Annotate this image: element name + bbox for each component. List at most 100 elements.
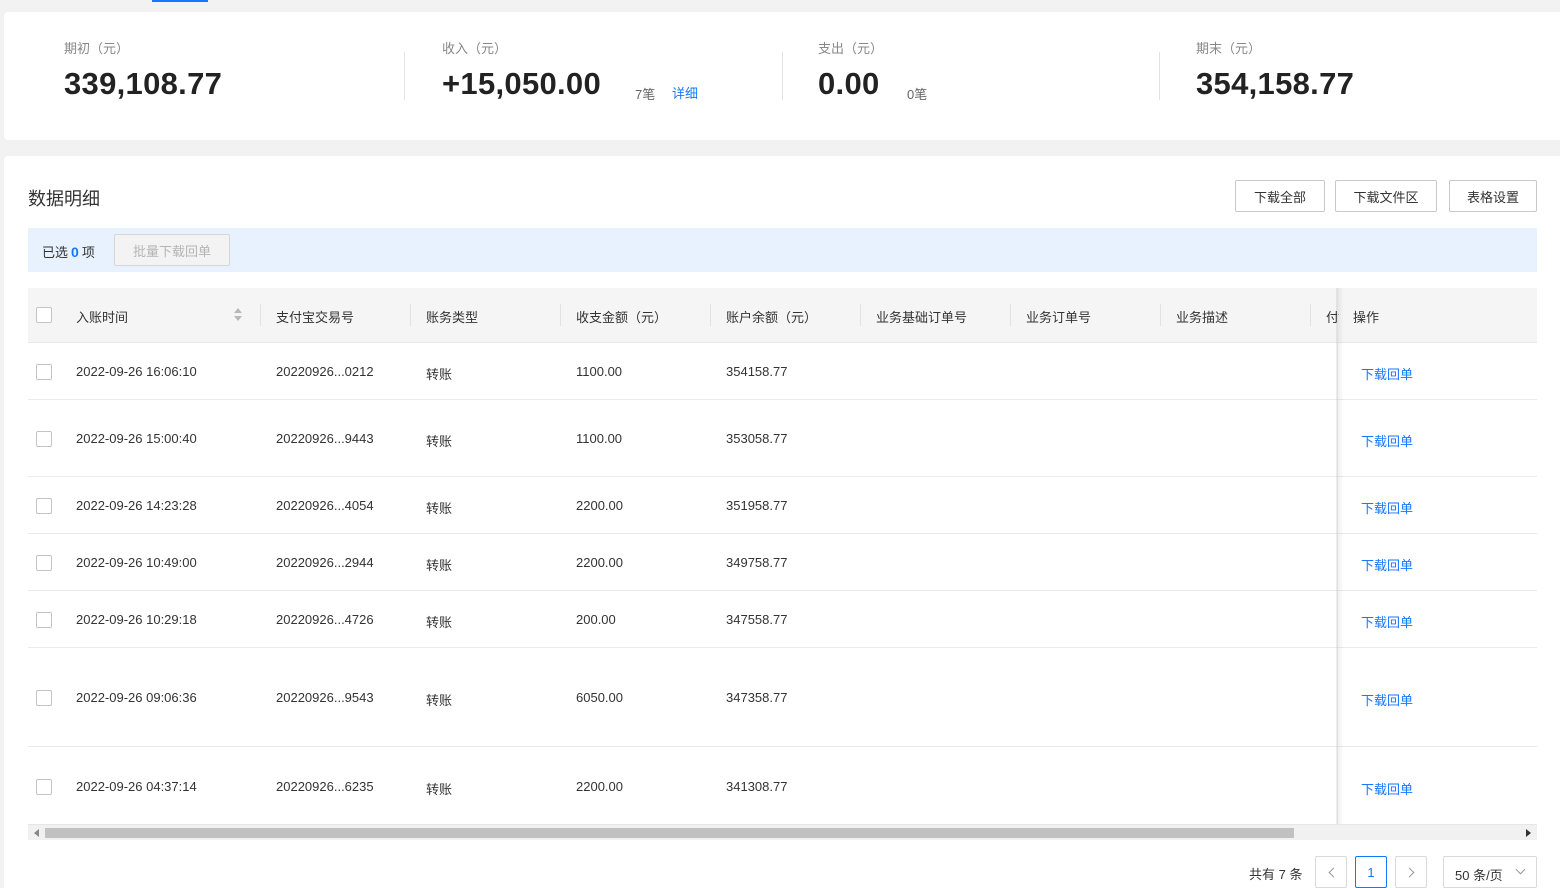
cell-balance: 353058.77 <box>726 431 788 446</box>
cell-balance: 351958.77 <box>726 498 788 513</box>
stat-expense-value: 0.00 <box>818 66 880 101</box>
divider <box>782 52 783 100</box>
sort-icon[interactable] <box>234 308 242 322</box>
stat-income-count: 7笔 <box>635 87 656 102</box>
prev-page-button[interactable] <box>1315 856 1347 888</box>
cell-trade-no: 20220926...9543 <box>276 690 374 705</box>
col-header-amount: 收支金额（元） <box>576 310 668 325</box>
cell-type: 转账 <box>426 434 453 449</box>
chevron-left-icon <box>1328 867 1339 878</box>
cell-type: 转账 <box>426 367 453 382</box>
col-separator <box>710 304 711 326</box>
cell-amount: 2200.00 <box>576 555 623 570</box>
row-checkbox[interactable] <box>36 612 52 628</box>
col-separator <box>410 304 411 326</box>
table-settings-button[interactable]: 表格设置 <box>1449 180 1537 212</box>
col-separator <box>560 304 561 326</box>
scroll-right-icon[interactable] <box>1526 829 1531 837</box>
active-tab-indicator <box>152 0 208 2</box>
stat-income-value: +15,050.00 <box>442 66 602 101</box>
row-checkbox[interactable] <box>36 498 52 514</box>
cell-type: 转账 <box>426 693 453 708</box>
cell-amount: 1100.00 <box>576 431 623 446</box>
col-header-type: 账务类型 <box>426 310 479 325</box>
divider <box>1159 52 1160 100</box>
panel-title: 数据明细 <box>28 189 100 209</box>
chevron-down-icon <box>1515 864 1526 875</box>
horizontal-scrollbar[interactable] <box>28 824 1537 840</box>
cell-trade-no: 20220926...2944 <box>276 555 374 570</box>
selection-suffix: 项 <box>81 245 95 260</box>
cell-balance: 341308.77 <box>726 779 788 794</box>
batch-download-button[interactable]: 批量下载回单 <box>114 234 230 266</box>
cell-amount: 200.00 <box>576 612 616 627</box>
col-header-base-order: 业务基础订单号 <box>876 310 968 325</box>
stat-closing-label: 期末（元） <box>1196 41 1262 56</box>
page-size-value: 50 条/页 <box>1455 868 1503 883</box>
cell-type: 转账 <box>426 615 453 630</box>
col-header-order: 业务订单号 <box>1026 310 1092 325</box>
row-checkbox[interactable] <box>36 555 52 571</box>
cell-time: 2022-09-26 16:06:10 <box>76 364 197 379</box>
income-detail-link[interactable]: 详细 <box>672 83 698 102</box>
table-row: 2022-09-26 10:29:18 20220926...4726 转账 200.… <box>28 591 1537 648</box>
col-separator <box>1310 304 1311 326</box>
col-header-time[interactable]: 入账时间 <box>76 307 128 326</box>
row-checkbox[interactable] <box>36 364 52 380</box>
selection-prefix: 已选 <box>42 245 69 260</box>
cell-time: 2022-09-26 10:49:00 <box>76 555 197 570</box>
scrollbar-thumb[interactable] <box>45 828 1294 838</box>
selection-text: 已选 0 项 <box>42 242 95 261</box>
stat-expense-count: 0笔 <box>907 87 928 102</box>
table-header: 入账时间 支付宝交易号 账务类型 收支金额（元） 账户余额（元） 业务基础订单号… <box>28 288 1537 343</box>
cell-time: 2022-09-26 15:00:40 <box>76 431 197 446</box>
data-table: 入账时间 支付宝交易号 账务类型 收支金额（元） 账户余额（元） 业务基础订单号… <box>28 288 1537 825</box>
cell-amount: 1100.00 <box>576 364 623 379</box>
cell-amount: 2200.00 <box>576 498 623 513</box>
col-separator <box>1010 304 1011 326</box>
stat-expense-label: 支出（元） <box>818 41 884 56</box>
row-checkbox[interactable] <box>36 690 52 706</box>
stat-closing-value: 354,158.77 <box>1196 66 1355 101</box>
cell-amount: 2200.00 <box>576 779 623 794</box>
cell-trade-no: 20220926...6235 <box>276 779 374 794</box>
page-size-select[interactable]: 50 条/页 <box>1443 856 1537 888</box>
fixed-action-column <box>1337 288 1537 825</box>
summary-card: 期初（元） 339,108.77 收入（元） +15,050.00 7笔 详细 … <box>4 12 1560 140</box>
scroll-left-icon[interactable] <box>34 829 39 837</box>
selection-bar: 已选 0 项 批量下载回单 <box>28 228 1537 272</box>
table-row: 2022-09-26 09:06:36 20220926...9543 转账 6050… <box>28 648 1537 747</box>
data-detail-panel: 数据明细 下载全部 下载文件区 表格设置 已选 0 项 批量下载回单 入账时间 支付… <box>4 156 1560 888</box>
table-row: 2022-09-26 14:23:28 20220926...4054 转账 2200… <box>28 477 1537 534</box>
row-checkbox[interactable] <box>36 431 52 447</box>
cell-trade-no: 20220926...9443 <box>276 431 374 446</box>
chevron-right-icon <box>1404 867 1415 878</box>
col-header-description: 业务描述 <box>1176 310 1229 325</box>
table-row: 2022-09-26 04:37:14 20220926...6235 转账 2200… <box>28 747 1537 825</box>
row-checkbox[interactable] <box>36 779 52 795</box>
download-all-button[interactable]: 下载全部 <box>1235 180 1325 212</box>
pagination-total: 共有 7 条 <box>1249 867 1303 882</box>
col-header-balance: 账户余额（元） <box>726 310 818 325</box>
select-all-checkbox[interactable] <box>36 307 52 323</box>
cell-type: 转账 <box>426 501 453 516</box>
cell-type: 转账 <box>426 782 453 797</box>
col-header-trade-no: 支付宝交易号 <box>276 310 355 325</box>
cell-trade-no: 20220926...0212 <box>276 364 374 379</box>
table-row: 2022-09-26 16:06:10 20220926...0212 转账 1100… <box>28 343 1537 400</box>
download-area-button[interactable]: 下载文件区 <box>1335 180 1437 212</box>
col-separator <box>260 304 261 326</box>
selection-count: 0 <box>71 244 79 260</box>
cell-balance: 349758.77 <box>726 555 788 570</box>
cell-balance: 347558.77 <box>726 612 788 627</box>
cell-time: 2022-09-26 10:29:18 <box>76 612 197 627</box>
next-page-button[interactable] <box>1395 856 1427 888</box>
table-row: 2022-09-26 15:00:40 20220926...9443 转账 1100… <box>28 400 1537 477</box>
cell-type: 转账 <box>426 558 453 573</box>
stat-opening-value: 339,108.77 <box>64 66 223 101</box>
col-separator <box>1160 304 1161 326</box>
page-1-button[interactable]: 1 <box>1355 856 1387 888</box>
cell-amount: 6050.00 <box>576 690 623 705</box>
cell-time: 2022-09-26 04:37:14 <box>76 779 197 794</box>
cell-time: 2022-09-26 09:06:36 <box>76 690 197 705</box>
